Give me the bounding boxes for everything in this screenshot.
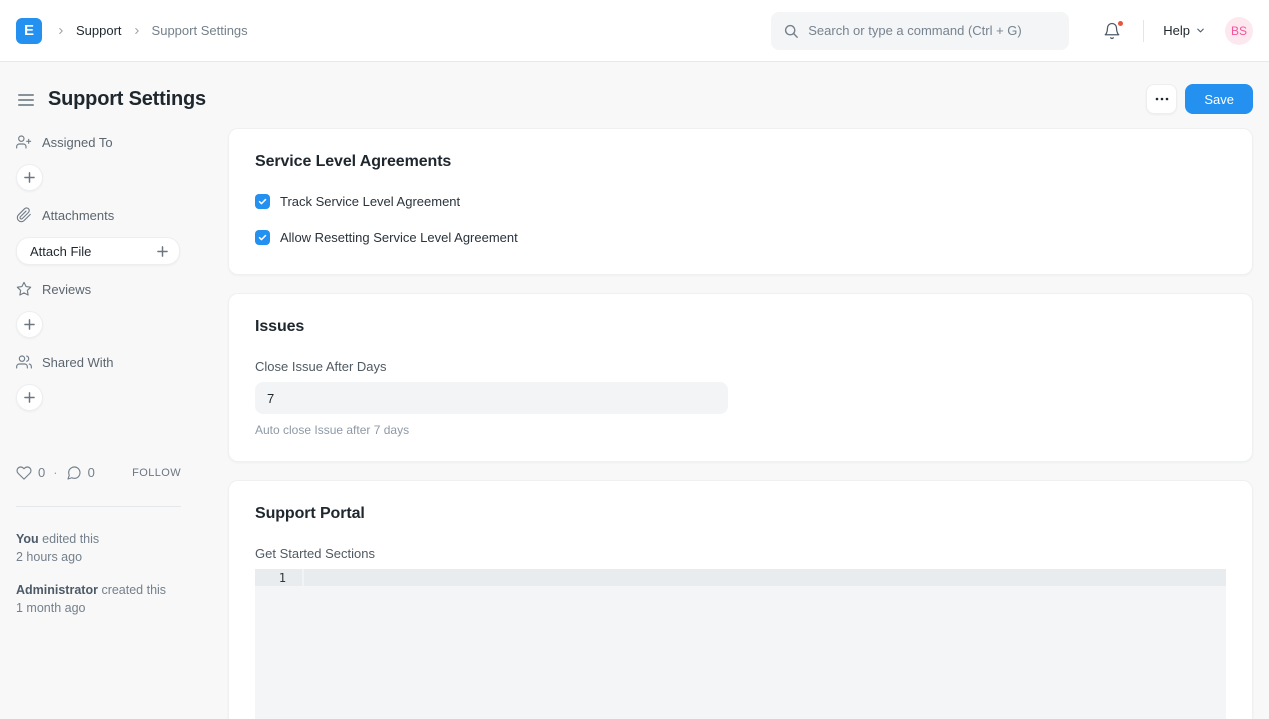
attachments-section-label: Attachments	[16, 206, 210, 224]
created-by: Administrator	[16, 583, 98, 597]
form-body: Service Level Agreements Track Service L…	[228, 128, 1253, 719]
checkbox-label[interactable]: Track Service Level Agreement	[280, 194, 460, 209]
chevron-right-icon	[56, 26, 66, 36]
created-when: 1 month ago	[16, 601, 86, 615]
section-support-portal: Support Portal Get Started Sections 1	[228, 480, 1253, 719]
created-action: created this	[101, 583, 166, 597]
shared-with-label: Shared With	[42, 355, 114, 370]
add-review-button[interactable]	[16, 311, 43, 338]
attachments-label: Attachments	[42, 208, 114, 223]
ellipsis-icon	[1155, 97, 1169, 101]
attach-file-button[interactable]: Attach File	[16, 237, 180, 265]
shared-with-section-label: Shared With	[16, 353, 210, 371]
help-label: Help	[1163, 23, 1190, 38]
checkbox-label[interactable]: Allow Resetting Service Level Agreement	[280, 230, 518, 245]
editor-active-line: 1	[255, 569, 1226, 586]
page-container: Support Settings Save Assigned To	[0, 62, 1269, 719]
search-icon	[783, 23, 799, 39]
sidebar-toggle-button[interactable]	[16, 91, 36, 109]
plus-icon	[24, 319, 35, 330]
editor-line-number: 1	[255, 571, 302, 585]
menu-ellipsis-button[interactable]	[1146, 84, 1177, 114]
share-button[interactable]	[16, 384, 43, 411]
checkbox-checked[interactable]	[255, 230, 270, 245]
checkbox-checked[interactable]	[255, 194, 270, 209]
plus-icon	[24, 392, 35, 403]
comment-icon[interactable]	[66, 465, 82, 481]
section-title: Support Portal	[255, 505, 1226, 523]
assigned-to-label: Assigned To	[42, 135, 113, 150]
get-started-sections-code-editor[interactable]: 1	[255, 569, 1226, 719]
plus-icon	[24, 172, 35, 183]
global-search[interactable]	[771, 12, 1069, 50]
chevron-right-icon	[132, 26, 142, 36]
engagement-row: 0 · 0 FOLLOW	[16, 464, 181, 481]
get-started-sections-label: Get Started Sections	[255, 546, 1226, 561]
star-icon	[16, 281, 32, 297]
notifications-button[interactable]	[1100, 19, 1124, 43]
menu-icon	[18, 93, 34, 107]
assigned-to-section-label: Assigned To	[16, 133, 210, 151]
comments-count: 0	[88, 465, 95, 480]
page-title: Support Settings	[48, 88, 206, 111]
breadcrumb: Support Support Settings	[56, 23, 248, 38]
section-title: Service Level Agreements	[255, 153, 1226, 171]
sidebar-divider	[16, 506, 181, 507]
checkbox-row-track-sla: Track Service Level Agreement	[255, 194, 1226, 209]
page-head: Support Settings Save	[16, 62, 1253, 128]
field-help-text: Auto close Issue after 7 days	[255, 423, 1226, 437]
checkbox-row-allow-resetting-sla: Allow Resetting Service Level Agreement	[255, 230, 1226, 245]
notification-dot	[1117, 20, 1124, 27]
likes-count: 0	[38, 465, 45, 480]
page-layout: Assigned To Attachments Attach File	[16, 128, 1253, 719]
search-input[interactable]	[808, 23, 1057, 38]
section-service-level-agreements: Service Level Agreements Track Service L…	[228, 128, 1253, 275]
edited-action: edited this	[42, 532, 99, 546]
user-plus-icon	[16, 134, 32, 150]
users-icon	[16, 354, 32, 370]
attach-file-label: Attach File	[30, 244, 91, 259]
section-title: Issues	[255, 318, 1226, 336]
plus-icon	[157, 246, 168, 257]
navbar-divider	[1143, 20, 1144, 42]
reviews-section-label: Reviews	[16, 280, 210, 298]
edited-when: 2 hours ago	[16, 550, 82, 564]
app-logo-icon[interactable]: E	[16, 18, 42, 44]
created-info: Administrator created this 1 month ago	[16, 581, 210, 617]
page-actions: Save	[1146, 84, 1253, 114]
section-issues: Issues Close Issue After Days Auto close…	[228, 293, 1253, 462]
edited-info: You edited this 2 hours ago	[16, 530, 210, 566]
breadcrumb-support[interactable]: Support	[76, 23, 122, 38]
close-issue-after-days-label: Close Issue After Days	[255, 359, 1226, 374]
edited-by: You	[16, 532, 39, 546]
user-avatar[interactable]: BS	[1225, 17, 1253, 45]
help-dropdown[interactable]: Help	[1163, 23, 1206, 38]
navbar-right: Help BS	[771, 12, 1253, 50]
close-issue-after-days-input[interactable]	[255, 382, 728, 414]
follow-button[interactable]: FOLLOW	[132, 467, 181, 479]
navbar: E Support Support Settings Help	[0, 0, 1269, 62]
dot-separator: ·	[53, 465, 57, 480]
save-button[interactable]: Save	[1185, 84, 1253, 114]
add-assignment-button[interactable]	[16, 164, 43, 191]
heart-icon[interactable]	[16, 465, 32, 481]
paperclip-icon	[16, 207, 32, 223]
editor-gutter-divider	[302, 569, 304, 586]
breadcrumb-support-settings[interactable]: Support Settings	[152, 23, 248, 38]
form-sidebar: Assigned To Attachments Attach File	[16, 128, 210, 632]
chevron-down-icon	[1195, 25, 1206, 36]
reviews-label: Reviews	[42, 282, 91, 297]
